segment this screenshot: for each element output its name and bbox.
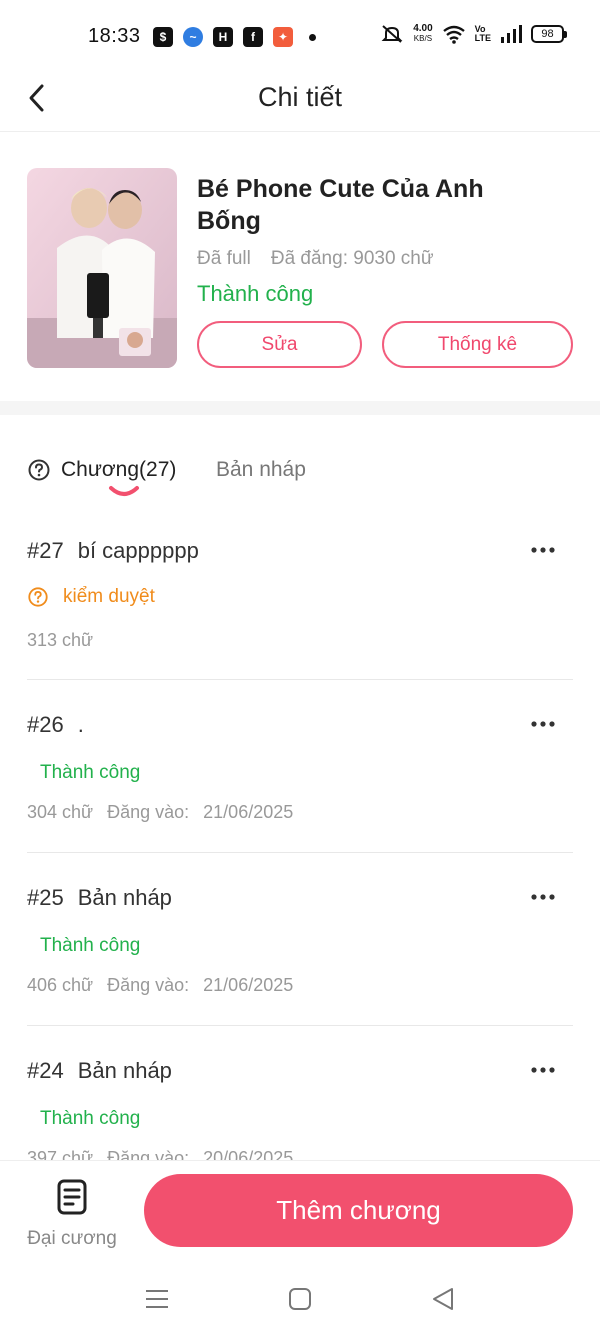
- chapter-more-button[interactable]: [529, 536, 557, 564]
- book-status: Thành công: [197, 281, 314, 306]
- messenger-icon: ~: [183, 27, 203, 47]
- chapter-name: bí capppppp: [77, 538, 199, 563]
- game-icon: ✦: [273, 27, 293, 47]
- section-divider: [0, 401, 600, 415]
- tab-chapters-label: Chương(27): [61, 458, 177, 481]
- chapter-row[interactable]: #27 bí capppppp kiểm duyệt 313 chữ: [27, 520, 573, 680]
- chapter-state-label: Thành công: [40, 1108, 141, 1129]
- chapter-meta: 313 chữ: [27, 630, 93, 651]
- tab-active-indicator: [109, 486, 139, 496]
- outline-button[interactable]: Đại cương: [22, 1179, 122, 1251]
- status-indicators: 4.00 KB/S Vo LTE 98: [380, 24, 567, 44]
- chapter-more-button[interactable]: [529, 1056, 557, 1084]
- chapter-word-count: 406 chữ: [27, 975, 94, 995]
- chapter-title: #27 bí capppppp: [27, 538, 199, 564]
- book-info: Bé Phone Cute Của Anh Bống Đã full Đã đă…: [0, 133, 600, 401]
- facebook-icon: f: [243, 27, 263, 47]
- chapter-published-label: Đăng vào:: [107, 1148, 190, 1160]
- book-cover[interactable]: [27, 168, 177, 368]
- more-horizontal-icon: [531, 547, 555, 553]
- status-bar: 18:33 $ ~ H f ✦ 4.00 KB/S Vo LTE 98: [0, 0, 600, 72]
- chapter-published-label: Đăng vào:: [107, 802, 190, 822]
- cover-image: [27, 168, 177, 368]
- battery-level: 98: [541, 28, 554, 40]
- chapter-row[interactable]: #25 Bản nháp Thành công 406 chữ Đăng vào…: [27, 853, 573, 1026]
- more-horizontal-icon: [531, 894, 555, 900]
- shopping-bag-icon: $: [153, 27, 173, 47]
- chapter-number: #25: [27, 885, 64, 910]
- page-title: Chi tiết: [257, 82, 343, 112]
- more-horizontal-icon: [531, 721, 555, 727]
- chapter-word-count: 313 chữ: [27, 630, 94, 650]
- network-speed-value: 4.00: [413, 23, 433, 34]
- chapter-published-date: 21/06/2025: [203, 802, 294, 822]
- chapter-meta: 304 chữ Đăng vào: 21/06/2025: [27, 802, 293, 823]
- tab-chapters[interactable]: Chương(27): [27, 458, 176, 482]
- chapter-name: Bản nháp: [77, 885, 172, 910]
- edit-button[interactable]: Sửa: [197, 321, 362, 368]
- signal-icon: [501, 25, 522, 43]
- chapter-title: #26 .: [27, 712, 84, 738]
- chapter-more-button[interactable]: [529, 710, 557, 738]
- outline-label: Đại cương: [27, 1228, 117, 1249]
- home-square-icon[interactable]: [285, 1284, 315, 1314]
- chapter-title: #25 Bản nháp: [27, 885, 172, 911]
- chapter-title: #24 Bản nháp: [27, 1058, 172, 1084]
- network-speed: 4.00 KB/S: [413, 24, 432, 44]
- tab-drafts[interactable]: Bản nháp: [216, 458, 306, 482]
- chapter-published-date: 20/06/2025: [203, 1148, 294, 1160]
- chapter-published-label: Đăng vào:: [107, 975, 190, 995]
- chapter-name: Bản nháp: [77, 1058, 172, 1083]
- stats-button[interactable]: Thống kê: [382, 321, 573, 368]
- volte-bottom: LTE: [474, 33, 491, 43]
- chapter-row[interactable]: #26 . Thành công 304 chữ Đăng vào: 21/06…: [27, 680, 573, 853]
- system-nav-bar: [0, 1262, 600, 1333]
- book-completion: Đã full: [197, 248, 251, 269]
- book-meta: Đã full Đã đăng: 9030 chữ: [197, 248, 434, 270]
- chapter-review-status: kiểm duyệt: [27, 586, 155, 608]
- h-app-icon: H: [213, 27, 233, 47]
- notification-dot-icon: [309, 33, 316, 41]
- chapter-published-date: 21/06/2025: [203, 975, 294, 995]
- tab-bar: Chương(27) Bản nháp: [27, 450, 573, 510]
- chapter-more-button[interactable]: [529, 883, 557, 911]
- chapter-name: .: [77, 712, 84, 737]
- chapter-list[interactable]: #27 bí capppppp kiểm duyệt 313 chữ #26 .: [27, 520, 573, 1160]
- status-app-icons: $ ~ H f ✦: [153, 27, 316, 47]
- app-header: Chi tiết: [0, 72, 600, 132]
- chapter-number: #26: [27, 712, 64, 737]
- chapter-state-label: Thành công: [40, 935, 141, 956]
- chapter-meta: 397 chữ Đăng vào: 20/06/2025: [27, 1148, 293, 1160]
- outline-document-icon: [57, 1179, 87, 1215]
- muted-bell-icon: [381, 25, 403, 43]
- help-circle-icon: [28, 459, 50, 481]
- chapter-word-count: 304 chữ: [27, 802, 94, 822]
- book-title: Bé Phone Cute Của Anh Bống: [197, 175, 484, 235]
- battery-icon: 98: [531, 25, 567, 43]
- chapter-meta: 406 chữ Đăng vào: 21/06/2025: [27, 975, 293, 996]
- status-time: 18:33: [88, 25, 141, 47]
- more-horizontal-icon: [531, 1067, 555, 1073]
- chapter-number: #27: [27, 538, 64, 563]
- back-triangle-icon[interactable]: [428, 1284, 458, 1314]
- add-chapter-button[interactable]: Thêm chương: [144, 1174, 573, 1247]
- review-help-icon: [28, 587, 48, 607]
- chapter-row[interactable]: #24 Bản nháp Thành công 397 chữ Đăng vào…: [27, 1026, 573, 1160]
- network-speed-unit: KB/S: [413, 34, 433, 43]
- volte-indicator: Vo LTE: [475, 25, 491, 43]
- book-word-count: Đã đăng: 9030 chữ: [270, 248, 434, 269]
- chapter-number: #24: [27, 1058, 64, 1083]
- wifi-icon: [442, 25, 465, 44]
- chapter-word-count: 397 chữ: [27, 1148, 94, 1160]
- chapter-state-label: Thành công: [40, 762, 141, 783]
- chapter-state-label: kiểm duyệt: [63, 586, 155, 607]
- bottom-action-bar: Đại cương Thêm chương: [0, 1160, 600, 1260]
- menu-icon[interactable]: [142, 1284, 172, 1314]
